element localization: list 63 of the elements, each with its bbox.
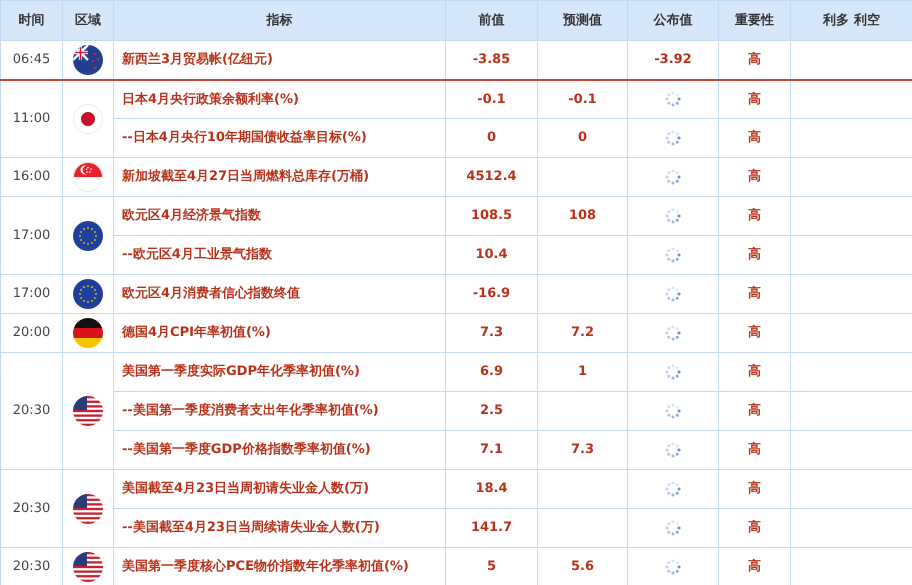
indicator-cell: 新西兰3月贸易帐(亿纽元) (114, 40, 446, 80)
importance-value: 高 (718, 40, 790, 80)
time-cell: 20:30 (0, 352, 62, 470)
column-header: 重要性 (718, 0, 790, 40)
time-cell: 11:00 (0, 80, 62, 158)
indicator-cell: --美国第一季度消费者支出年化季率初值(%) (114, 392, 446, 430)
previous-value: 141.7 (446, 508, 538, 548)
column-header: 利多 利空 (790, 0, 912, 40)
indicator-cell: --欧元区4月工业景气指数 (114, 236, 446, 274)
indicator-cell: --日本4月央行10年期国债收益率目标(%) (114, 118, 446, 158)
time-cell: 20:30 (0, 470, 62, 548)
time-cell: 20:00 (0, 314, 62, 352)
forecast-value: 108 (538, 196, 628, 236)
time-cell: 17:00 (0, 274, 62, 314)
indicator-cell: 日本4月央行政策余额利率(%) (114, 80, 446, 118)
importance-value: 高 (718, 392, 790, 430)
indicator-cell: 新加坡截至4月27日当周燃料总库存(万桶) (114, 158, 446, 196)
previous-value: 7.1 (446, 430, 538, 470)
importance-value: 高 (718, 352, 790, 392)
indicator-cell: 美国截至4月23日当周初请失业金人数(万) (114, 470, 446, 508)
forecast-value: 7.3 (538, 430, 628, 470)
previous-value: 6.9 (446, 352, 538, 392)
previous-value: 4512.4 (446, 158, 538, 196)
importance-value: 高 (718, 470, 790, 508)
forecast-value: 0 (538, 118, 628, 158)
previous-value: 2.5 (446, 392, 538, 430)
previous-value: 10.4 (446, 236, 538, 274)
previous-value: -0.1 (446, 80, 538, 118)
column-header: 公布值 (628, 0, 718, 40)
importance-value: 高 (718, 80, 790, 118)
importance-value: 高 (718, 158, 790, 196)
previous-value: 108.5 (446, 196, 538, 236)
actual-value: -3.92 (628, 40, 718, 80)
importance-value: 高 (718, 118, 790, 158)
importance-value: 高 (718, 314, 790, 352)
importance-value: 高 (718, 196, 790, 236)
indicator-cell: --美国截至4月23日当周续请失业金人数(万) (114, 508, 446, 548)
time-cell: 17:00 (0, 196, 62, 274)
previous-value: -3.85 (446, 40, 538, 80)
column-header: 指标 (114, 0, 446, 40)
previous-value: 18.4 (446, 470, 538, 508)
previous-value: 7.3 (446, 314, 538, 352)
column-header: 预测值 (538, 0, 628, 40)
previous-value: -16.9 (446, 274, 538, 314)
forecast-value: 1 (538, 352, 628, 392)
time-cell: 20:30 (0, 548, 62, 585)
indicator-cell: 德国4月CPI年率初值(%) (114, 314, 446, 352)
column-header: 前值 (446, 0, 538, 40)
column-header: 时间 (0, 0, 62, 40)
time-cell: 06:45 (0, 40, 62, 80)
indicator-cell: --美国第一季度GDP价格指数季率初值(%) (114, 430, 446, 470)
forecast-value: 7.2 (538, 314, 628, 352)
indicator-cell: 欧元区4月经济景气指数 (114, 196, 446, 236)
column-header: 区域 (62, 0, 114, 40)
importance-value: 高 (718, 430, 790, 470)
importance-value: 高 (718, 236, 790, 274)
time-cell: 16:00 (0, 158, 62, 196)
indicator-cell: 欧元区4月消费者信心指数终值 (114, 274, 446, 314)
indicator-cell: 美国第一季度实际GDP年化季率初值(%) (114, 352, 446, 392)
forecast-value: -0.1 (538, 80, 628, 118)
importance-value: 高 (718, 274, 790, 314)
importance-value: 高 (718, 508, 790, 548)
previous-value: 0 (446, 118, 538, 158)
